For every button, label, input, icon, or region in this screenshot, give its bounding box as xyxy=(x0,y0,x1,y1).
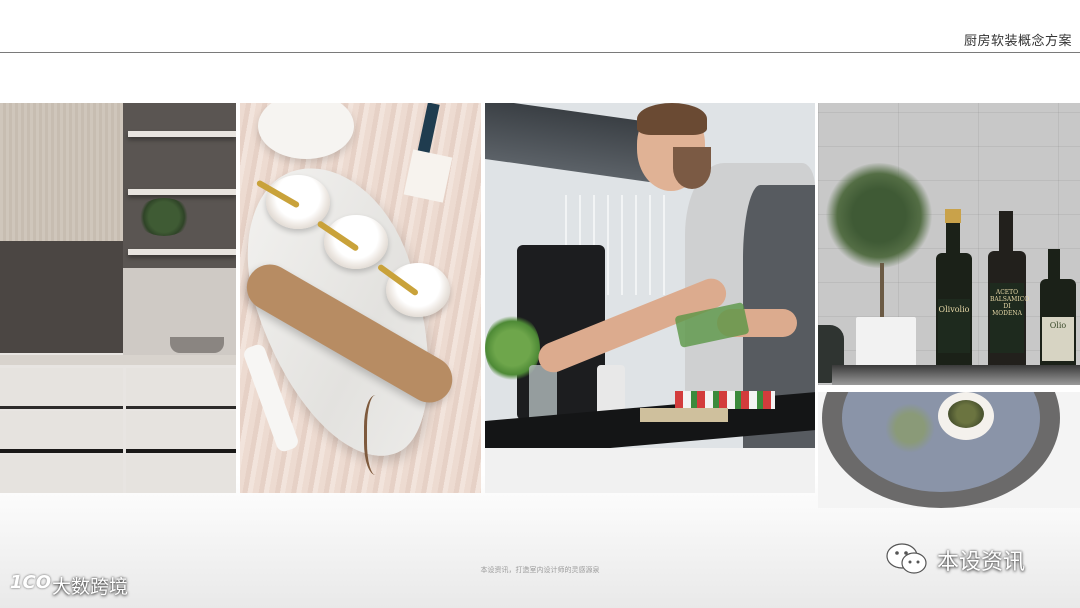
wechat-account-name: 本设资讯 xyxy=(937,550,1026,575)
wechat-icon xyxy=(886,543,927,574)
bottle-label: Olivolio xyxy=(938,299,970,353)
watermark-text: 大数跨境 xyxy=(52,576,129,598)
photo-olive-oil-bottles: Olivolio ACETO BALSAMICO DI MODENA Olio xyxy=(818,103,1080,385)
photo-plate-capers xyxy=(818,392,1080,508)
photo-kitchen-cabinet xyxy=(0,103,236,493)
photo-chef-herbs xyxy=(485,103,815,493)
photo-marble-board-bowls xyxy=(240,103,481,493)
bottle-label: Olio xyxy=(1042,317,1074,361)
logo-mark: 1CO xyxy=(10,572,52,593)
page-title: 厨房软装概念方案 xyxy=(963,34,1072,49)
bottle-label: ACETO BALSAMICO DI MODENA xyxy=(990,283,1029,353)
header-divider xyxy=(0,52,1080,53)
